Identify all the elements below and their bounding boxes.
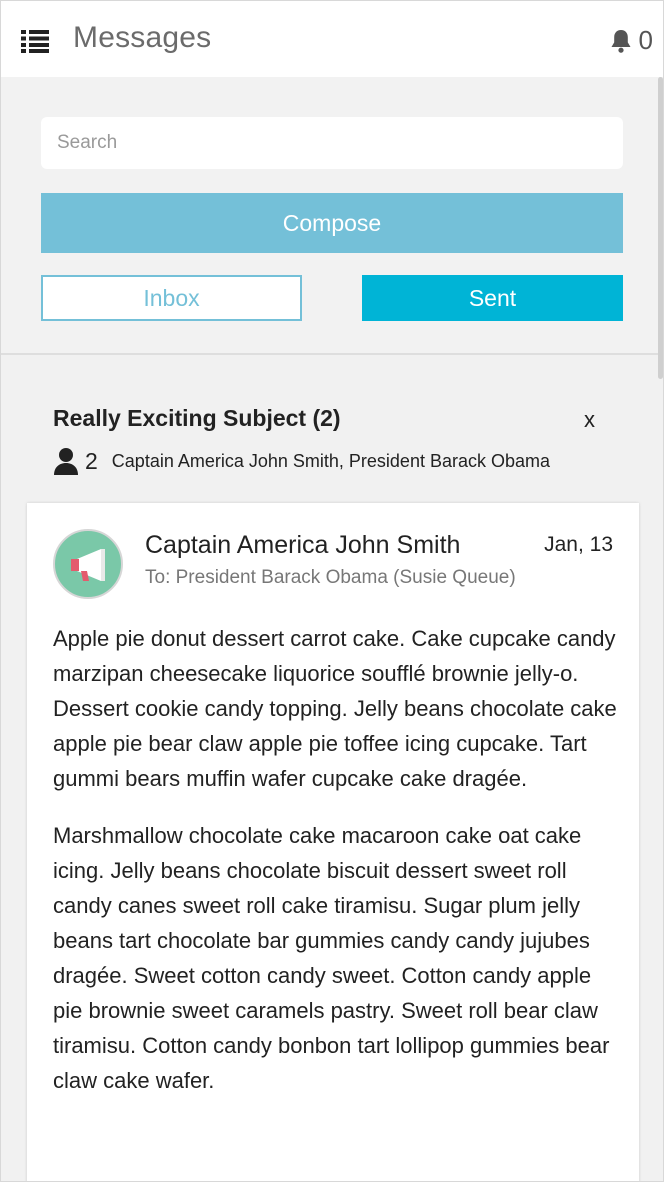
message-body: Apple pie donut dessert carrot cake. Cak… <box>53 621 617 1120</box>
recipient-line: To: President Barack Obama (Susie Queue) <box>145 567 516 588</box>
page-title: Messages <box>73 21 212 54</box>
message-date: Jan, 13 <box>544 533 613 556</box>
message-paragraph: Marshmallow chocolate cake macaroon cake… <box>53 823 610 1093</box>
user-icon <box>54 448 78 475</box>
compose-button[interactable]: Compose <box>41 193 623 253</box>
bell-icon <box>611 29 631 53</box>
scrollbar[interactable] <box>658 77 663 379</box>
participant-count: 2 <box>85 447 98 474</box>
thread-participants: 2 Captain America John Smith, President … <box>53 447 550 475</box>
participant-names: Captain America John Smith, President Ba… <box>111 450 551 471</box>
sender-name: Captain America John Smith <box>145 531 461 559</box>
close-thread-button[interactable]: x <box>584 407 595 433</box>
sent-tab[interactable]: Sent <box>362 275 623 321</box>
message-card: Captain America John Smith Jan, 13 To: P… <box>27 503 639 1181</box>
thread-subject: Really Exciting Subject (2) <box>53 405 341 431</box>
megaphone-icon <box>71 549 105 581</box>
avatar <box>53 529 123 599</box>
list-icon[interactable] <box>21 29 49 53</box>
search-input[interactable] <box>41 117 623 169</box>
notifications-button[interactable]: 0 <box>609 25 653 56</box>
top-bar: Messages 0 <box>1 1 663 77</box>
message-paragraph: Apple pie donut dessert carrot cake. Cak… <box>53 626 617 791</box>
message-controls: Compose Inbox Sent <box>1 77 663 355</box>
inbox-tab[interactable]: Inbox <box>41 275 302 321</box>
app-frame: Messages 0 Compose Inbox Sent Really Exc… <box>0 0 664 1182</box>
notification-count: 0 <box>638 25 653 55</box>
